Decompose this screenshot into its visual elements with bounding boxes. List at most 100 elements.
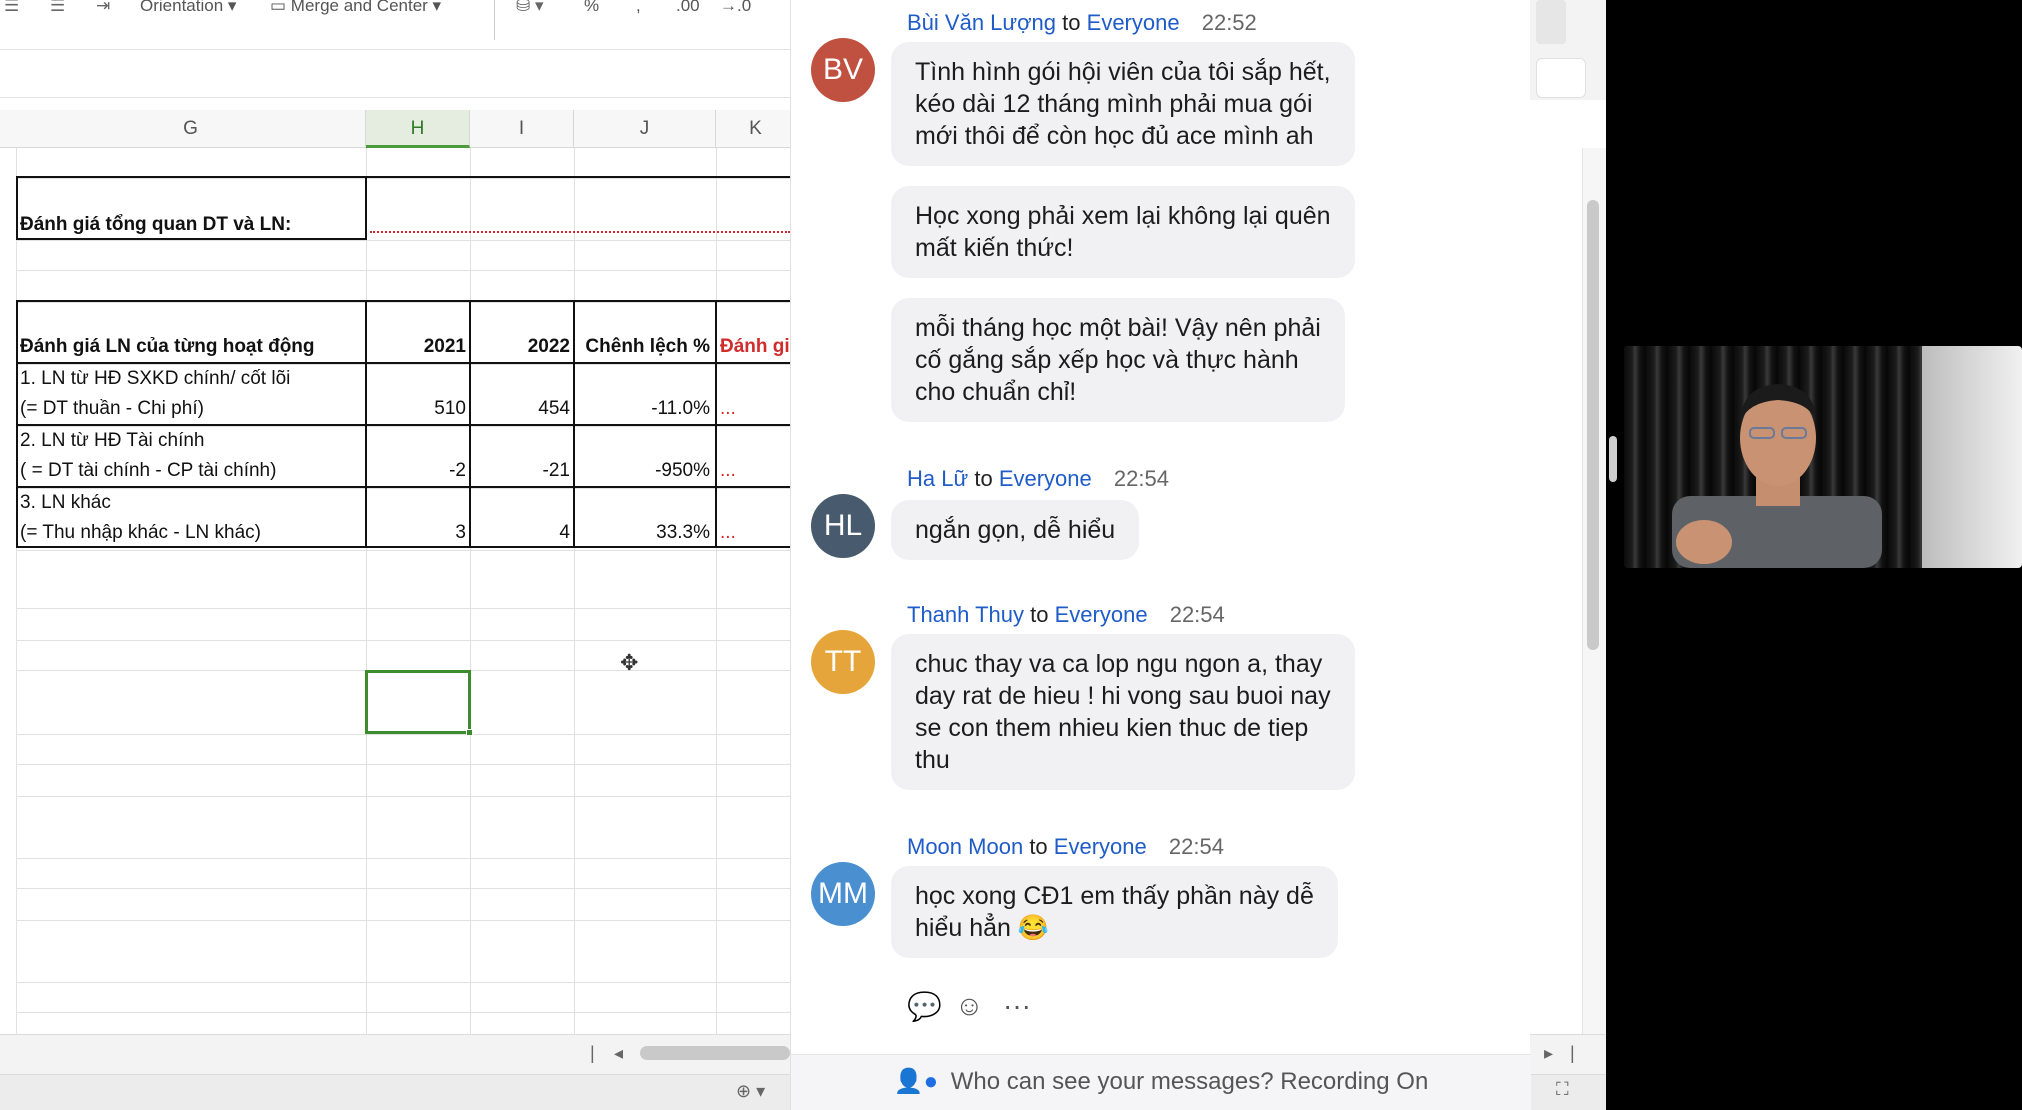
column-header-i[interactable]: I [470,110,574,148]
table-border-k [715,300,717,548]
sender-name[interactable]: Thanh Thuy [907,602,1024,627]
recipient-name[interactable]: Everyone [1054,834,1147,859]
sender-name[interactable]: Moon Moon [907,834,1023,859]
message-line: cho chuẩn chỉ! [915,378,1077,406]
align-right-icon[interactable]: ☰ [4,0,19,14]
table-border-h [365,300,367,548]
row3-line2: (= Thu nhập khác - LN khác) [20,522,261,543]
row2-diff: -950% [655,460,710,481]
spreadsheet-window: ☰ ☰ ⇥ Orientation ▾ ▭ Merge and Center ▾… [0,0,790,1110]
table-border-bottom [16,546,790,548]
comma-button[interactable]: , [636,0,641,14]
table-header-2021: 2021 [423,336,466,357]
row3-line1: 3. LN khác [20,492,111,513]
table-header-diff: Chênh lệch % [585,336,710,357]
view-options-icon[interactable]: ⊕ ▾ [736,1081,765,1102]
percent-button[interactable]: % [584,0,599,14]
merge-center-label: Merge and Center [290,0,428,15]
sender-name[interactable]: Ha Lữ [907,466,968,491]
decrease-decimal-button[interactable]: →.0 [720,0,751,14]
message-line: hiểu hẳn 😂 [915,914,1049,942]
scroll-left-icon[interactable]: ◂ [614,1043,623,1064]
vertical-scroll-thumb[interactable] [1587,200,1599,650]
message-line: kéo dài 12 tháng mình phải mua gói [915,90,1313,118]
toolbar-button[interactable] [1536,0,1566,44]
scroll-right-icon[interactable]: ▸ [1544,1043,1553,1064]
formula-bar[interactable] [0,58,790,98]
merge-center-button[interactable]: ▭ Merge and Center ▾ [270,0,441,14]
message-bubble[interactable]: học xong CĐ1 em thấy phần này dễ hiểu hẳ… [891,866,1338,958]
column-header-j[interactable]: J [574,110,716,148]
cell-cursor-icon: ✥ [620,650,639,675]
message-line: ngắn gọn, dễ hiểu [915,516,1116,544]
column-headers: G H I J K [0,110,790,148]
message-line: thu [915,746,950,774]
message-time: 22:54 [1113,466,1169,491]
message-bubble[interactable]: chuc thay va ca lop ngu ngon a, thay day… [891,634,1355,790]
column-header-g[interactable]: G [16,110,366,148]
message-bubble[interactable]: ngắn gọn, dễ hiểu [891,500,1140,560]
status-bar: ⊕ ▾ [0,1074,790,1110]
avatar: BV [811,38,875,102]
fill-handle[interactable] [466,729,473,736]
emoji-icon[interactable]: ☺ [955,990,984,1022]
cell-grid[interactable] [0,148,790,1034]
avatar: MM [811,862,875,926]
message-bubble[interactable]: Tình hình gói hội viên của tôi sắp hết, … [891,42,1355,166]
orientation-button[interactable]: Orientation ▾ [140,0,236,14]
horizontal-scrollbar-end: ▸ | [1530,1034,1606,1074]
increase-decimal-button[interactable]: .00 [676,0,700,14]
recipient-name[interactable]: Everyone [1055,602,1148,627]
scroll-divider-icon: | [1570,1043,1575,1063]
privacy-person-icon[interactable]: 👤● [894,1068,938,1095]
to-label: to [1029,834,1048,859]
table-border-header [16,362,790,364]
message-line: chuc thay va ca lop ngu ngon a, thay [915,650,1323,678]
presenter-figure [1672,384,1882,568]
privacy-notice[interactable]: Who can see your messages? Recording On [951,1068,1429,1095]
chat-panel: Bùi Văn Lượng to Everyone 22:52 BV Tình … [790,0,1531,1110]
column-header-h[interactable]: H [366,110,470,148]
row1-2022: 454 [538,398,570,419]
row1-line2: (= DT thuần - Chi phí) [20,398,204,419]
table-header-eval: Đánh gi [720,336,790,357]
align-justify-icon[interactable]: ☰ [50,0,65,14]
message-line: day rat de hieu ! hi vong sau buoi nay [915,682,1331,710]
chat-footer: 👤● Who can see your messages? Recording … [791,1054,1531,1110]
orientation-label: Orientation [140,0,224,15]
row2-line1: 2. LN từ HĐ Tài chính [20,430,205,451]
sender-name[interactable]: Bùi Văn Lượng [907,10,1056,35]
row2-2021: -2 [449,460,466,481]
ribbon-toolbar: ☰ ☰ ⇥ Orientation ▾ ▭ Merge and Center ▾… [0,0,790,50]
overview-border-top [16,176,790,178]
formula-expand-box[interactable] [1536,58,1586,98]
message-time: 22:54 [1168,834,1224,859]
selected-cell[interactable] [365,670,471,734]
recipient-name[interactable]: Everyone [1087,10,1180,35]
table-header-2022: 2022 [527,336,570,357]
row3-2021: 3 [455,522,466,543]
message-header: Thanh Thuy to Everyone 22:54 [907,602,1225,628]
message-line: Tình hình gói hội viên của tôi sắp hết, [915,58,1331,86]
row3-2022: 4 [559,522,570,543]
recipient-name[interactable]: Everyone [999,466,1092,491]
participant-video[interactable] [1624,346,2022,568]
message-header: Moon Moon to Everyone 22:54 [907,834,1224,860]
to-label: to [1030,602,1049,627]
message-bubble[interactable]: Học xong phải xem lại không lại quên mất… [891,186,1355,278]
message-header: Bùi Văn Lượng to Everyone 22:52 [907,10,1257,36]
number-format-icon[interactable]: ⛁ ▾ [516,0,544,14]
message-line: Học xong phải xem lại không lại quên [915,202,1331,230]
indent-icon[interactable]: ⇥ [96,0,110,14]
row3-eval: ... [720,522,736,543]
fullscreen-icon[interactable]: ⛶ [1556,1079,1569,1100]
horizontal-scroll-thumb[interactable] [640,1046,790,1060]
overview-label: Đánh giá tổng quan DT và LN: [20,214,292,235]
more-icon[interactable]: ··· [1003,990,1031,1022]
status-bar-end: ⛶ [1530,1074,1606,1110]
presenter-hand [1676,520,1732,564]
column-header-k[interactable]: K [716,110,790,148]
message-bubble[interactable]: mỗi tháng học một bài! Vậy nên phải cố g… [891,298,1345,422]
panel-resize-handle[interactable] [1609,436,1617,482]
reply-icon[interactable]: 💬 [907,990,942,1023]
